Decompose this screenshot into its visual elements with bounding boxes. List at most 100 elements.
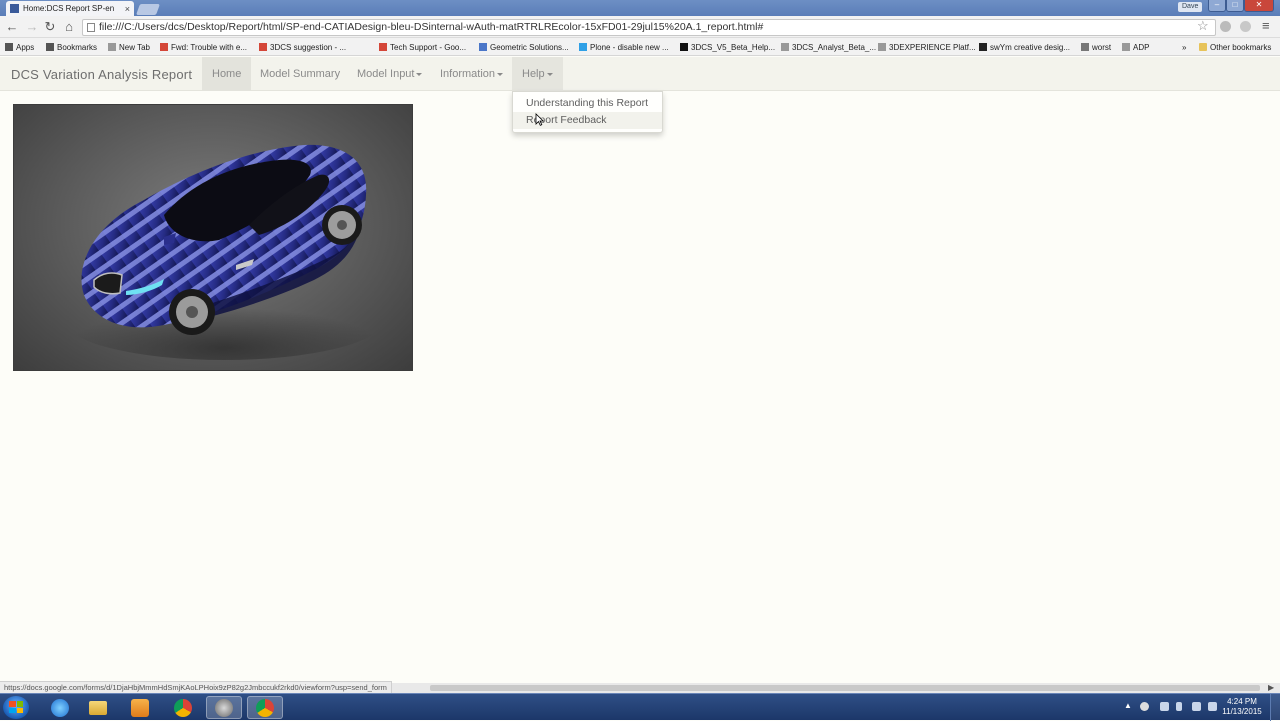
back-arrow-icon[interactable]: ← — [4, 19, 20, 35]
bookmark-item[interactable]: Plone - disable new ... — [579, 41, 669, 53]
navbar-brand[interactable]: DCS Variation Analysis Report — [11, 67, 192, 82]
forward-arrow-icon[interactable]: → — [24, 19, 40, 35]
bookmark-label: Geometric Solutions... — [490, 42, 569, 52]
tab-close-icon[interactable]: × — [125, 4, 130, 14]
bookmarks-overflow-button[interactable]: » — [1182, 41, 1186, 53]
nav-help-label: Help — [522, 68, 545, 80]
browser-toolbar: ← → ↻ ⌂ file:///C:/Users/dcs/Desktop/Rep… — [0, 16, 1280, 38]
other-bookmarks-label: Other bookmarks — [1210, 42, 1272, 52]
caret-down-icon — [497, 72, 504, 76]
bookmark-item[interactable]: 3DCS_Analyst_Beta_... — [781, 41, 876, 53]
bookmark-label: Fwd: Trouble with e... — [171, 42, 248, 52]
nav-model-input-label: Model Input — [357, 68, 415, 80]
bookmark-item[interactable]: worst — [1081, 41, 1111, 53]
signal-icon[interactable] — [1192, 702, 1201, 711]
taskbar-3dcs-app[interactable] — [206, 696, 242, 719]
nav-information[interactable]: Information — [430, 57, 513, 91]
chrome-icon — [256, 698, 274, 717]
network-icon[interactable] — [1160, 702, 1169, 711]
address-bar[interactable]: file:///C:/Users/dcs/Desktop/Report/html… — [82, 19, 1216, 36]
reload-icon[interactable]: ↻ — [42, 19, 58, 35]
bookmark-label: Bookmarks — [57, 42, 98, 52]
horizontal-scrollbar-thumb[interactable] — [430, 685, 1260, 691]
bookmark-item[interactable]: Fwd: Trouble with e... — [160, 41, 247, 53]
bookmark-label: worst — [1092, 42, 1112, 52]
page-icon — [108, 43, 116, 51]
clock-time: 4:24 PM — [1227, 697, 1257, 706]
bookmark-item[interactable]: 3DCS_V5_Beta_Help... — [680, 41, 775, 53]
nav-information-label: Information — [440, 68, 496, 80]
volume-icon[interactable] — [1208, 702, 1217, 711]
battery-icon[interactable] — [1176, 702, 1182, 711]
extension-icon[interactable] — [1240, 21, 1251, 32]
address-bar-url: file:///C:/Users/dcs/Desktop/Report/html… — [99, 21, 764, 33]
minimize-button[interactable]: – — [1208, 0, 1226, 12]
bookmark-label: swYm creative desig... — [990, 42, 1071, 52]
clock-date: 11/13/2015 — [1222, 707, 1262, 716]
bookmark-item[interactable]: Tech Support - Goo... — [379, 41, 466, 53]
bookmark-item[interactable]: 3DCS suggestion - ... — [259, 41, 346, 53]
bookmark-label: 3DEXPERIENCE Platf... — [889, 42, 976, 52]
system-clock[interactable]: 4:24 PM 11/13/2015 — [1222, 697, 1262, 717]
star-icon — [46, 43, 54, 51]
bookmark-item[interactable]: Bookmarks — [46, 41, 97, 53]
bookmark-label: Apps — [16, 42, 35, 52]
mouse-cursor-icon — [535, 113, 544, 126]
new-tab-button[interactable] — [135, 4, 161, 15]
car-model-image — [13, 104, 413, 371]
other-bookmarks-folder[interactable]: Other bookmarks — [1199, 41, 1271, 53]
nav-model-summary[interactable]: Model Summary — [250, 57, 350, 91]
profile-badge[interactable]: Dave — [1178, 2, 1203, 12]
bookmark-label: Plone - disable new ... — [590, 42, 669, 52]
taskbar-internet-explorer[interactable] — [42, 696, 78, 719]
extension-icon[interactable] — [1220, 21, 1231, 32]
browser-tab-active[interactable]: Home:DCS Report SP-en × — [6, 1, 134, 16]
caret-down-icon — [546, 72, 553, 76]
nav-model-input[interactable]: Model Input — [347, 57, 432, 91]
chrome-tray-icon[interactable] — [1140, 702, 1149, 711]
caret-down-icon — [416, 72, 423, 76]
bookmark-label: 3DCS suggestion - ... — [270, 42, 347, 52]
page-icon — [1122, 43, 1130, 51]
status-bar-link-preview: https://docs.google.com/forms/d/1DjaHbjM… — [0, 681, 392, 693]
bookmark-item[interactable]: Apps — [5, 41, 34, 53]
taskbar-media-player[interactable] — [122, 696, 158, 719]
3ds-icon — [979, 43, 987, 51]
taskbar-file-explorer[interactable] — [80, 696, 116, 719]
show-desktop-button[interactable] — [1270, 694, 1280, 721]
maximize-button[interactable]: □ — [1226, 0, 1244, 12]
bookmark-label: 3DCS_Analyst_Beta_... — [792, 42, 877, 52]
windows-taskbar: ▲ 4:24 PM 11/13/2015 — [0, 693, 1280, 721]
menu-item-understanding-report[interactable]: Understanding this Report — [513, 95, 662, 112]
scroll-right-arrow-icon[interactable]: ▶ — [1268, 683, 1274, 692]
twitter-icon — [579, 43, 587, 51]
bookmarks-bar: » Other bookmarks Apps Bookmarks New Tab Fw… — [0, 38, 1280, 56]
chevron-right-icon: » — [1182, 42, 1187, 52]
windows-logo-icon — [9, 701, 23, 713]
bookmark-item[interactable]: Geometric Solutions... — [479, 41, 569, 53]
home-icon[interactable]: ⌂ — [61, 19, 77, 35]
bookmark-item[interactable]: New Tab — [108, 41, 150, 53]
google-docs-icon — [479, 43, 487, 51]
help-dropdown-menu: Understanding this Report Report Feedbac… — [512, 91, 663, 133]
close-window-button[interactable]: ✕ — [1244, 0, 1274, 12]
page-icon — [878, 43, 886, 51]
gmail-icon — [160, 43, 168, 51]
taskbar-chrome-active[interactable] — [247, 696, 283, 719]
bookmark-item[interactable]: 3DEXPERIENCE Platf... — [878, 41, 976, 53]
bookmark-item[interactable]: swYm creative desig... — [979, 41, 1070, 53]
gmail-icon — [379, 43, 387, 51]
dcs-favicon-icon — [10, 4, 19, 13]
bookmark-item[interactable]: ADP — [1122, 41, 1149, 53]
show-hidden-icons-icon[interactable]: ▲ — [1124, 701, 1132, 710]
nav-help[interactable]: Help — [512, 57, 563, 91]
bookmark-star-icon[interactable]: ☆ — [1197, 18, 1209, 34]
apps-grid-icon — [5, 43, 13, 51]
link-icon — [1081, 43, 1089, 51]
chrome-menu-icon[interactable]: ≡ — [1262, 18, 1270, 33]
taskbar-chrome[interactable] — [165, 696, 201, 719]
bookmark-label: New Tab — [119, 42, 150, 52]
file-page-icon — [87, 23, 95, 32]
internet-explorer-icon — [51, 698, 69, 717]
nav-home[interactable]: Home — [202, 57, 252, 91]
